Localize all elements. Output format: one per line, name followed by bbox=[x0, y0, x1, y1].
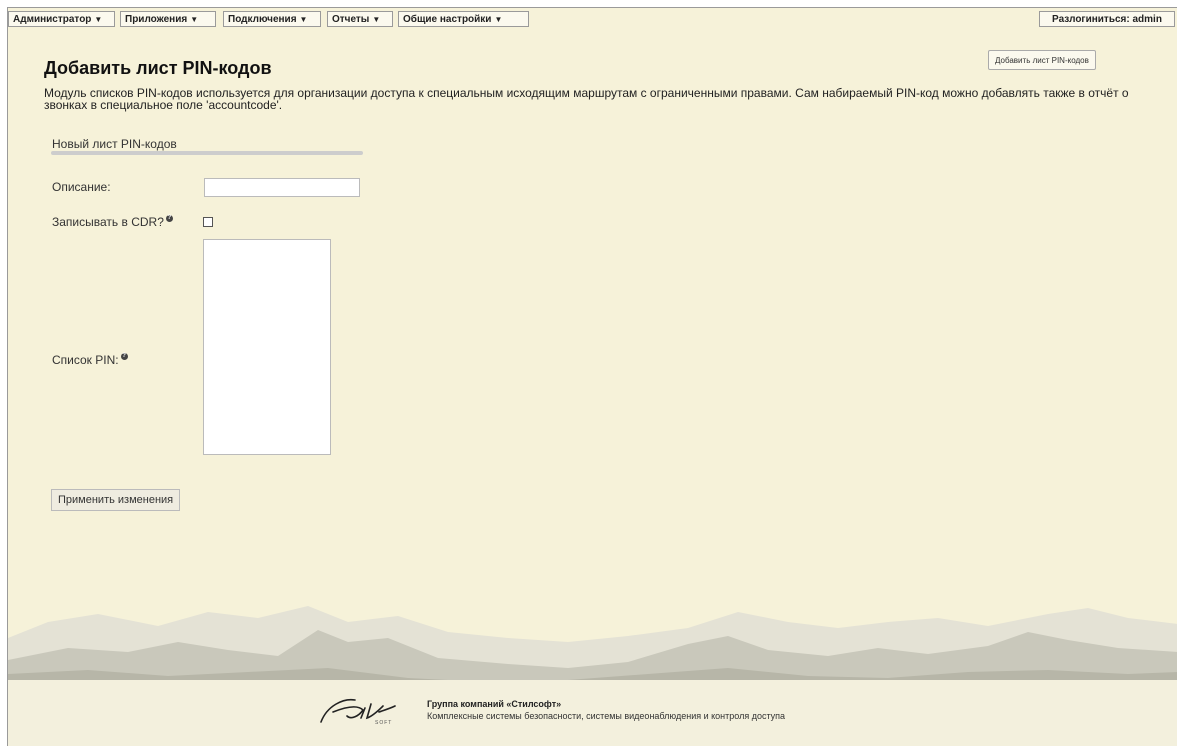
menu-general-settings-label: Общие настройки bbox=[403, 14, 492, 25]
help-icon[interactable]: ? bbox=[120, 353, 128, 360]
menu-admin-label: Администратор bbox=[13, 14, 92, 25]
chevron-down-icon: ▼ bbox=[190, 15, 199, 24]
section-divider bbox=[51, 151, 363, 155]
svg-text:SOFT: SOFT bbox=[375, 720, 392, 726]
menu-reports[interactable]: Отчеты ▼ bbox=[327, 11, 393, 27]
section-title: Новый лист PIN-кодов bbox=[52, 137, 177, 151]
chevron-down-icon: ▼ bbox=[299, 15, 308, 24]
description-label: Описание: bbox=[52, 180, 111, 194]
stilsoft-logo: SOFT bbox=[320, 698, 396, 726]
record-cdr-label-text: Записывать в CDR? bbox=[52, 215, 164, 229]
page-description: Модуль списков PIN-кодов используется дл… bbox=[44, 86, 1129, 112]
description-label-text: Описание: bbox=[52, 180, 111, 194]
menu-general-settings[interactable]: Общие настройки ▼ bbox=[398, 11, 529, 27]
menu-reports-label: Отчеты bbox=[332, 14, 370, 25]
apply-changes-button[interactable]: Применить изменения bbox=[51, 489, 181, 511]
menu-admin[interactable]: Администратор ▼ bbox=[8, 11, 115, 27]
record-cdr-checkbox[interactable] bbox=[203, 217, 213, 227]
record-cdr-label: Записывать в CDR?? bbox=[52, 215, 173, 229]
menu-connections-label: Подключения bbox=[228, 14, 297, 25]
chevron-down-icon: ▼ bbox=[372, 15, 381, 24]
mountains-decoration bbox=[8, 606, 1177, 688]
pin-list-label-text: Список PIN: bbox=[52, 353, 119, 367]
pin-list-label: Список PIN:? bbox=[52, 353, 128, 367]
footer-company: Группа компаний «Стилсофт» bbox=[427, 699, 562, 709]
footer-tagline: Комплексные системы безопасности, систем… bbox=[427, 711, 786, 721]
page-title: Добавить лист PIN-кодов bbox=[44, 58, 272, 78]
description-input[interactable] bbox=[204, 178, 360, 197]
chevron-down-icon: ▼ bbox=[494, 15, 503, 24]
help-icon[interactable]: ? bbox=[165, 215, 173, 222]
logout-button[interactable]: Разлогиниться: admin bbox=[1039, 11, 1175, 27]
menu-connections[interactable]: Подключения ▼ bbox=[223, 11, 321, 27]
add-pin-list-help-button[interactable]: Добавить лист PIN-кодов bbox=[988, 50, 1096, 70]
menu-applications-label: Приложения bbox=[125, 14, 188, 25]
chevron-down-icon: ▼ bbox=[94, 15, 103, 24]
app-frame: Администратор ▼ Приложения ▼ Подключения ▼ … bbox=[7, 7, 1177, 746]
menu-applications[interactable]: Приложения ▼ bbox=[120, 11, 216, 27]
top-menu-bar: Администратор ▼ Приложения ▼ Подключения ▼ … bbox=[8, 8, 1177, 30]
pin-list-textarea[interactable] bbox=[203, 239, 331, 455]
